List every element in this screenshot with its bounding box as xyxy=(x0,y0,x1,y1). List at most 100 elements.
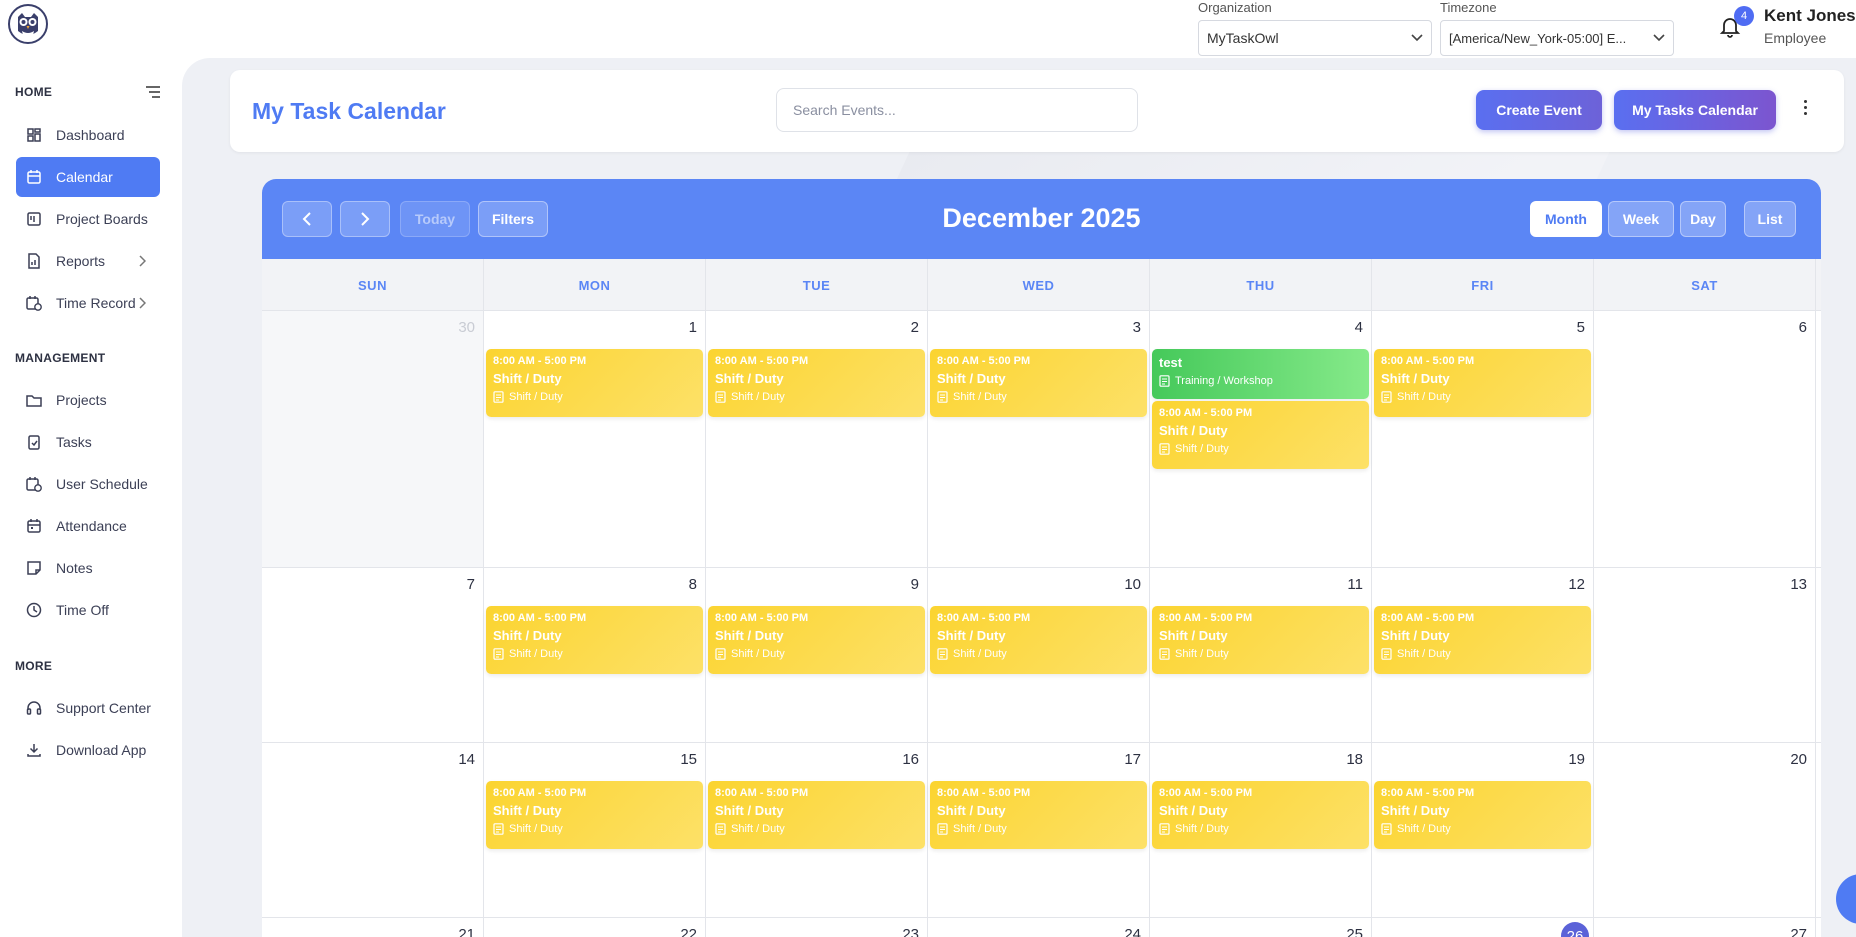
sidebar-item-attendance[interactable]: Attendance xyxy=(16,506,160,546)
day-number[interactable]: 6 xyxy=(1799,319,1807,336)
shift-event[interactable]: 8:00 AM - 5:00 PM Shift / Duty Shift / Dut… xyxy=(930,349,1147,417)
day-cell[interactable]: 27 xyxy=(1594,918,1816,937)
search-events-input[interactable] xyxy=(776,88,1138,132)
sidebar-item-time-off[interactable]: Time Off xyxy=(16,590,160,630)
day-cell[interactable]: 25 xyxy=(1150,918,1372,937)
sidebar-item-reports[interactable]: Reports xyxy=(16,241,160,281)
day-number[interactable]: 9 xyxy=(911,576,919,593)
day-cell[interactable]: 3 8:00 AM - 5:00 PM Shift / Duty Shift / Du… xyxy=(928,311,1150,567)
shift-event[interactable]: 8:00 AM - 5:00 PM Shift / Duty Shift / Dut… xyxy=(930,606,1147,674)
day-cell[interactable]: 6 xyxy=(1594,311,1816,567)
sidebar-item-tasks[interactable]: Tasks xyxy=(16,422,160,462)
day-cell[interactable]: 11 8:00 AM - 5:00 PM Shift / Duty Shift / D… xyxy=(1150,568,1372,742)
day-number[interactable]: 13 xyxy=(1790,576,1807,593)
create-event-button[interactable]: Create Event xyxy=(1476,90,1602,130)
day-cell[interactable]: 14 xyxy=(262,743,484,917)
day-number[interactable]: 1 xyxy=(689,319,697,336)
day-number[interactable]: 19 xyxy=(1568,751,1585,768)
weekday-5: FRI xyxy=(1372,259,1594,311)
shift-event[interactable]: 8:00 AM - 5:00 PM Shift / Duty Shift / Dut… xyxy=(486,781,703,849)
day-cell[interactable]: 30 xyxy=(262,311,484,567)
day-number[interactable]: 23 xyxy=(902,926,919,937)
shift-event[interactable]: 8:00 AM - 5:00 PM Shift / Duty Shift / Dut… xyxy=(1374,781,1591,849)
view-list-button[interactable]: List xyxy=(1744,201,1796,237)
shift-event[interactable]: 8:00 AM - 5:00 PM Shift / Duty Shift / Dut… xyxy=(1374,349,1591,417)
day-number[interactable]: 4 xyxy=(1355,319,1363,336)
sidebar-item-user-schedule[interactable]: User Schedule xyxy=(16,464,160,504)
day-cell[interactable]: 4 test Training / Workshop 8:00 AM - 5:00 P… xyxy=(1150,311,1372,567)
day-cell[interactable]: 7 xyxy=(262,568,484,742)
day-cell[interactable]: 26 xyxy=(1372,918,1594,937)
day-cell[interactable]: 21 xyxy=(262,918,484,937)
day-cell[interactable]: 1 8:00 AM - 5:00 PM Shift / Duty Shift / Du… xyxy=(484,311,706,567)
day-number[interactable]: 16 xyxy=(902,751,919,768)
owl-logo-icon[interactable] xyxy=(8,4,48,44)
shift-event[interactable]: 8:00 AM - 5:00 PM Shift / Duty Shift / Dut… xyxy=(1152,401,1369,469)
day-number[interactable]: 25 xyxy=(1346,926,1363,937)
sidebar-item-calendar[interactable]: Calendar xyxy=(16,157,160,197)
shift-event[interactable]: 8:00 AM - 5:00 PM Shift / Duty Shift / Dut… xyxy=(486,349,703,417)
day-cell[interactable]: 2 8:00 AM - 5:00 PM Shift / Duty Shift / Du… xyxy=(706,311,928,567)
day-number[interactable]: 3 xyxy=(1133,319,1141,336)
shift-event[interactable]: 8:00 AM - 5:00 PM Shift / Duty Shift / Dut… xyxy=(1152,781,1369,849)
sidebar-item-support-center[interactable]: Support Center xyxy=(16,688,160,728)
view-week-button[interactable]: Week xyxy=(1608,201,1674,237)
day-cell[interactable]: 13 xyxy=(1594,568,1816,742)
shift-event[interactable]: 8:00 AM - 5:00 PM Shift / Duty Shift / Dut… xyxy=(708,781,925,849)
timezone-select[interactable]: [America/New_York-05:00] E... xyxy=(1440,20,1674,56)
day-cell[interactable]: 20 xyxy=(1594,743,1816,917)
event-title: Shift / Duty xyxy=(493,371,562,386)
view-month-button[interactable]: Month xyxy=(1530,201,1602,237)
day-cell[interactable]: 17 8:00 AM - 5:00 PM Shift / Duty Shift / D… xyxy=(928,743,1150,917)
day-number[interactable]: 30 xyxy=(458,319,475,336)
day-number[interactable]: 7 xyxy=(467,576,475,593)
user-profile[interactable]: Kent Jones Employee xyxy=(1764,6,1856,46)
day-number[interactable]: 24 xyxy=(1124,926,1141,937)
shift-event[interactable]: 8:00 AM - 5:00 PM Shift / Duty Shift / Dut… xyxy=(1152,606,1369,674)
day-number[interactable]: 2 xyxy=(911,319,919,336)
sidebar-item-dashboard[interactable]: Dashboard xyxy=(16,115,160,155)
day-number[interactable]: 5 xyxy=(1577,319,1585,336)
day-cell[interactable]: 16 8:00 AM - 5:00 PM Shift / Duty Shift / D… xyxy=(706,743,928,917)
view-day-button[interactable]: Day xyxy=(1680,201,1726,237)
shift-event[interactable]: 8:00 AM - 5:00 PM Shift / Duty Shift / Dut… xyxy=(708,349,925,417)
organization-select[interactable]: MyTaskOwl xyxy=(1198,20,1432,56)
sidebar-item-notes[interactable]: Notes xyxy=(16,548,160,588)
day-number[interactable]: 14 xyxy=(458,751,475,768)
day-cell[interactable]: 8 8:00 AM - 5:00 PM Shift / Duty Shift / Du… xyxy=(484,568,706,742)
training-event[interactable]: test Training / Workshop xyxy=(1152,349,1369,399)
day-cell[interactable]: 19 8:00 AM - 5:00 PM Shift / Duty Shift / D… xyxy=(1372,743,1594,917)
day-cell[interactable]: 18 8:00 AM - 5:00 PM Shift / Duty Shift / D… xyxy=(1150,743,1372,917)
day-number[interactable]: 18 xyxy=(1346,751,1363,768)
sidebar-item-download-app[interactable]: Download App xyxy=(16,730,160,770)
day-number[interactable]: 15 xyxy=(680,751,697,768)
my-tasks-calendar-button[interactable]: My Tasks Calendar xyxy=(1614,90,1776,130)
day-number[interactable]: 10 xyxy=(1124,576,1141,593)
sidebar-item-projects[interactable]: Projects xyxy=(16,380,160,420)
shift-event[interactable]: 8:00 AM - 5:00 PM Shift / Duty Shift / Dut… xyxy=(486,606,703,674)
day-cell[interactable]: 12 8:00 AM - 5:00 PM Shift / Duty Shift / D… xyxy=(1372,568,1594,742)
shift-event[interactable]: 8:00 AM - 5:00 PM Shift / Duty Shift / Dut… xyxy=(930,781,1147,849)
day-number[interactable]: 22 xyxy=(680,926,697,937)
day-number[interactable]: 11 xyxy=(1347,576,1363,593)
sidebar-item-time-record[interactable]: Time Record xyxy=(16,283,160,323)
day-cell[interactable]: 5 8:00 AM - 5:00 PM Shift / Duty Shift / Du… xyxy=(1372,311,1594,567)
day-cell[interactable]: 23 xyxy=(706,918,928,937)
day-number[interactable]: 26 xyxy=(1561,922,1589,937)
day-cell[interactable]: 10 8:00 AM - 5:00 PM Shift / Duty Shift / D… xyxy=(928,568,1150,742)
day-number[interactable]: 27 xyxy=(1790,926,1807,937)
day-cell[interactable]: 22 xyxy=(484,918,706,937)
shift-event[interactable]: 8:00 AM - 5:00 PM Shift / Duty Shift / Dut… xyxy=(1374,606,1591,674)
day-cell[interactable]: 24 xyxy=(928,918,1150,937)
day-number[interactable]: 17 xyxy=(1124,751,1141,768)
day-number[interactable]: 12 xyxy=(1568,576,1585,593)
day-cell[interactable]: 9 8:00 AM - 5:00 PM Shift / Duty Shift / Du… xyxy=(706,568,928,742)
more-options-icon[interactable] xyxy=(1798,100,1812,120)
day-number[interactable]: 20 xyxy=(1790,751,1807,768)
day-number[interactable]: 21 xyxy=(458,926,475,937)
sidebar-item-project-boards[interactable]: Project Boards xyxy=(16,199,160,239)
day-cell[interactable]: 15 8:00 AM - 5:00 PM Shift / Duty Shift / D… xyxy=(484,743,706,917)
collapse-menu-icon[interactable] xyxy=(145,85,161,99)
shift-event[interactable]: 8:00 AM - 5:00 PM Shift / Duty Shift / Dut… xyxy=(708,606,925,674)
day-number[interactable]: 8 xyxy=(689,576,697,593)
